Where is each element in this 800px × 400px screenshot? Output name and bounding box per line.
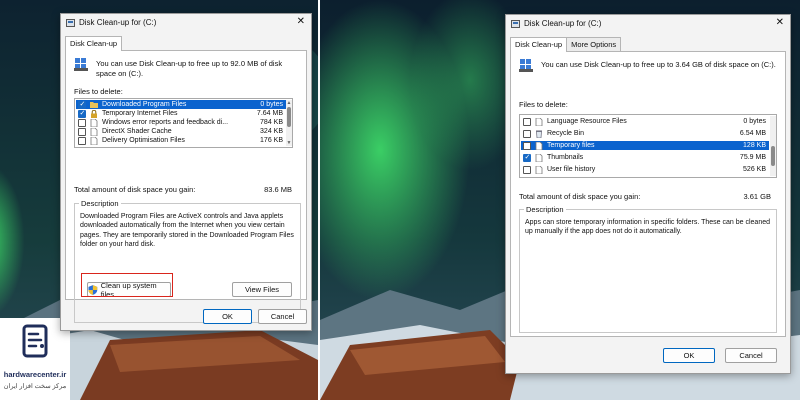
description-group: Description Downloaded Program Files are… <box>74 199 301 323</box>
tab-disk-cleanup[interactable]: Disk Clean-up <box>65 36 123 51</box>
watermark-site: hardwarecenter.ir <box>3 370 67 379</box>
scroll-up-icon[interactable]: ▲ <box>286 100 292 106</box>
disk-cleanup-app-icon <box>511 20 520 28</box>
checkbox[interactable] <box>78 118 86 127</box>
scrollbar[interactable] <box>770 116 776 176</box>
lock-icon <box>91 109 97 118</box>
tab-strip: Disk Clean-up More Options <box>510 37 622 52</box>
files-list[interactable]: Downloaded Program Files 0 bytes Tempora… <box>74 98 293 148</box>
tab-strip: Disk Clean-up <box>65 36 123 51</box>
description-label: Description <box>524 205 566 214</box>
list-item[interactable]: Temporary files 128 KB <box>521 141 769 150</box>
folder-icon <box>90 101 98 108</box>
drive-icon <box>519 59 533 72</box>
checkbox[interactable] <box>523 141 531 150</box>
checkbox[interactable] <box>523 117 531 126</box>
list-item[interactable]: Thumbnails 75.9 MB <box>521 153 769 162</box>
files-to-delete-label: Files to delete: <box>74 87 123 96</box>
files-to-delete-label: Files to delete: <box>519 100 568 109</box>
intro-text: You can use Disk Clean-up to free up to … <box>541 60 776 69</box>
red-highlight-box <box>81 273 173 297</box>
files-list[interactable]: Language Resource Files 0 bytes Recycle … <box>519 114 777 178</box>
list-item[interactable]: Windows error reports and feedback di...… <box>76 118 286 127</box>
cancel-button[interactable]: Cancel <box>725 348 777 363</box>
watermark-tagline: مرکز سخت افزار ایران <box>3 383 67 390</box>
total-space-label: Total amount of disk space you gain: <box>519 192 641 201</box>
checkbox[interactable] <box>78 100 86 109</box>
window-title: Disk Clean-up for (C:) <box>524 19 602 28</box>
list-item[interactable]: Temporary Internet Files 7.64 MB <box>76 109 286 118</box>
file-icon <box>535 165 543 174</box>
checkbox[interactable] <box>523 165 531 174</box>
scrollbar-thumb[interactable] <box>287 107 291 127</box>
disk-cleanup-app-icon <box>66 19 75 27</box>
list-item[interactable]: Downloaded Program Files 0 bytes <box>76 100 286 109</box>
recycle-bin-icon <box>536 130 542 138</box>
tab-panel: You can use Disk Clean-up to free up to … <box>510 51 786 337</box>
close-icon[interactable]: ✕ <box>297 16 305 27</box>
intro-text: You can use Disk Clean-up to free up to … <box>96 59 283 78</box>
title-bar: Disk Clean-up for (C:) ✕ <box>61 14 311 32</box>
scrollbar[interactable]: ▲ ▼ <box>286 100 292 146</box>
right-disk-cleanup-dialog: Disk Clean-up for (C:) ✕ Disk Clean-up M… <box>505 14 791 374</box>
description-group: Description Apps can store temporary inf… <box>519 205 777 333</box>
list-item[interactable]: Language Resource Files 0 bytes <box>521 117 769 126</box>
checkbox[interactable] <box>78 109 86 118</box>
file-icon <box>90 118 98 127</box>
tab-panel: You can use Disk Clean-up to free up to … <box>65 50 307 323</box>
scroll-down-icon[interactable]: ▼ <box>286 140 292 146</box>
checkbox[interactable] <box>78 136 86 145</box>
close-icon[interactable]: ✕ <box>776 17 784 28</box>
title-bar: Disk Clean-up for (C:) ✕ <box>506 15 790 33</box>
checkbox[interactable] <box>78 127 86 136</box>
file-icon <box>535 141 543 150</box>
tab-more-options[interactable]: More Options <box>566 37 622 51</box>
scrollbar-thumb[interactable] <box>771 146 775 166</box>
description-text: Apps can store temporary information in … <box>525 219 770 236</box>
hardwarecenter-logo-icon <box>22 324 48 358</box>
list-item[interactable]: Recycle Bin 6.54 MB <box>521 129 769 138</box>
drive-icon <box>74 58 88 71</box>
file-icon <box>90 127 98 136</box>
total-space-value: 3.61 GB <box>743 192 771 201</box>
description-label: Description <box>79 199 121 208</box>
list-item[interactable]: DirectX Shader Cache 324 KB <box>76 127 286 136</box>
list-item[interactable]: Delivery Optimisation Files 176 KB <box>76 136 286 145</box>
window-title: Disk Clean-up for (C:) <box>79 18 157 27</box>
file-icon <box>535 117 543 126</box>
ok-button[interactable]: OK <box>663 348 715 363</box>
total-space-label: Total amount of disk space you gain: <box>74 185 196 194</box>
left-disk-cleanup-dialog: Disk Clean-up for (C:) ✕ Disk Clean-up Y… <box>60 13 312 331</box>
ok-button[interactable]: OK <box>203 309 252 324</box>
checkbox[interactable] <box>523 129 531 138</box>
file-icon <box>90 136 98 145</box>
description-text: Downloaded Program Files are ActiveX con… <box>80 213 294 249</box>
cancel-button[interactable]: Cancel <box>258 309 307 324</box>
total-space-value: 83.6 MB <box>264 185 292 194</box>
list-item[interactable]: User file history 526 KB <box>521 165 769 174</box>
tab-disk-cleanup[interactable]: Disk Clean-up <box>510 37 568 52</box>
checkbox[interactable] <box>523 153 531 162</box>
view-files-button[interactable]: View Files <box>232 282 292 297</box>
file-icon <box>535 153 543 162</box>
